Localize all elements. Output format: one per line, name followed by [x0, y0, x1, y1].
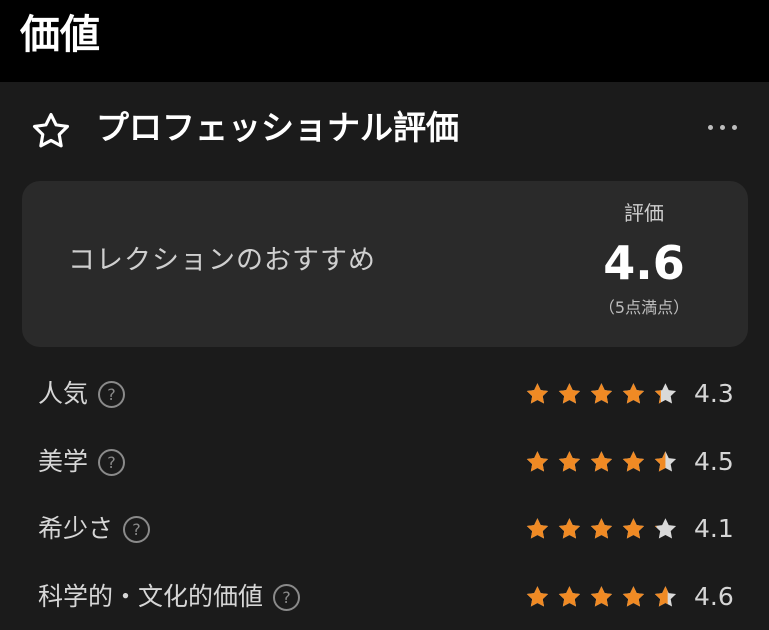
more-options-button[interactable] [700, 112, 744, 142]
score-label: 評価 [624, 201, 664, 225]
rating-value: 4.6 [694, 582, 734, 611]
top-bar: 価値 [0, 0, 769, 82]
star-icon [654, 586, 677, 607]
rating-row: 人気? 4.3 [0, 370, 769, 420]
help-icon[interactable]: ? [123, 515, 151, 543]
star-outline-icon [32, 112, 70, 148]
star-icon [526, 586, 549, 607]
star-icon [526, 383, 549, 404]
star-rating [526, 451, 677, 472]
star-icon [558, 451, 581, 472]
score-note: （5点満点） [598, 298, 690, 317]
star-icon [590, 518, 613, 539]
rating-row: 科学的・文化的価値? 4.6 [0, 573, 769, 623]
star-icon [622, 451, 645, 472]
rating-label-text: 美学 [38, 447, 89, 476]
star-icon [622, 586, 645, 607]
section-header: プロフェッショナル評価 [0, 82, 769, 177]
rating-label: 希少さ? [38, 511, 151, 547]
star-icon [590, 586, 613, 607]
star-icon [558, 518, 581, 539]
more-dot [719, 124, 725, 130]
star-icon [590, 451, 613, 472]
star-icon [526, 451, 549, 472]
summary-card: コレクションのおすすめ 評価 4.6 （5点満点） [22, 181, 748, 347]
star-icon [654, 383, 677, 404]
star-icon [558, 383, 581, 404]
more-dot [731, 124, 737, 130]
star-icon [590, 383, 613, 404]
more-horizontal-icon [707, 124, 713, 130]
star-rating [526, 383, 677, 404]
star-icon [558, 586, 581, 607]
score-value: 4.6 [603, 236, 685, 290]
star-icon [622, 383, 645, 404]
overall-score: 評価 4.6 （5点満点） [570, 199, 718, 319]
rating-label-text: 希少さ [38, 514, 114, 543]
rating-label-text: 科学的・文化的価値 [38, 582, 264, 611]
collection-recommendation-label: コレクションのおすすめ [68, 245, 376, 276]
rating-label: 美学? [38, 444, 126, 480]
rating-label: 人気? [38, 376, 126, 412]
star-icon [654, 518, 677, 539]
star-rating [526, 586, 677, 607]
star-rating [526, 518, 677, 539]
rating-label: 科学的・文化的価値? [38, 579, 301, 615]
star-icon [526, 518, 549, 539]
section-title: プロフェッショナル評価 [96, 108, 459, 147]
rating-label-text: 人気 [38, 379, 89, 408]
help-icon[interactable]: ? [98, 448, 126, 476]
rating-value: 4.1 [694, 514, 734, 543]
star-icon [654, 451, 677, 472]
rating-value: 4.5 [694, 447, 734, 476]
help-icon[interactable]: ? [98, 380, 126, 408]
page-title: 価値 [20, 12, 100, 58]
star-icon [622, 518, 645, 539]
rating-row: 美学? 4.5 [0, 438, 769, 488]
rating-row: 希少さ? 4.1 [0, 505, 769, 555]
rating-value: 4.3 [694, 379, 734, 408]
help-icon[interactable]: ? [273, 583, 301, 611]
